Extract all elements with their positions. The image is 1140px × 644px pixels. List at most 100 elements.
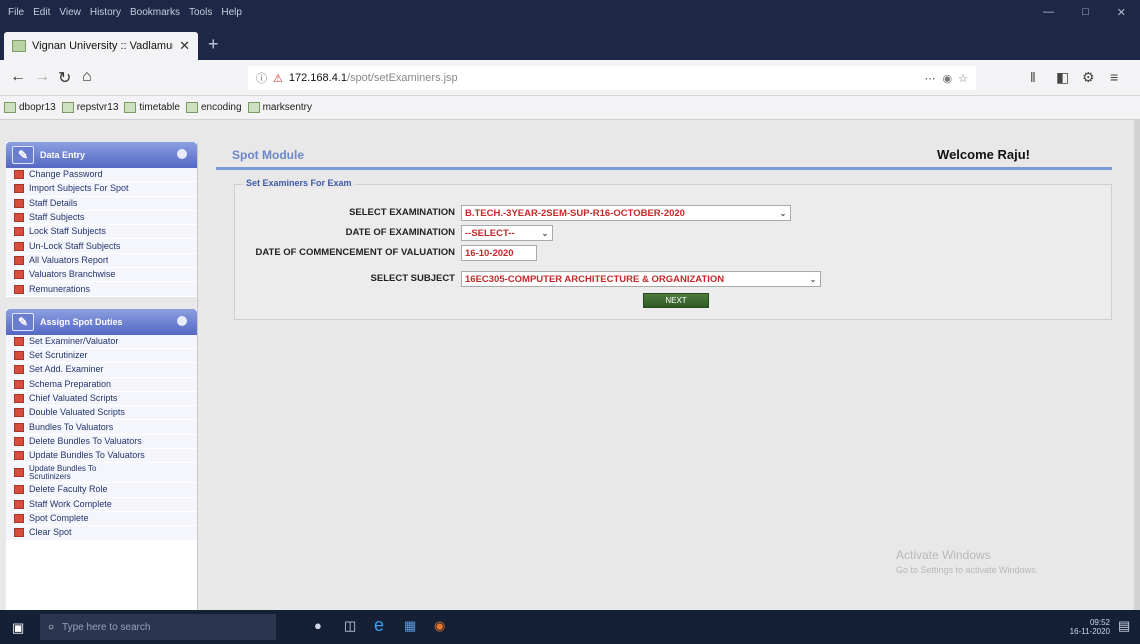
bookmark-item[interactable]: encoding [185, 102, 242, 113]
bookmark-item[interactable]: marksentry [247, 102, 312, 113]
collapse-icon[interactable] [177, 149, 187, 159]
sidebar-item-chief-valuated-scripts[interactable]: Chief Valuated Scripts [6, 392, 197, 407]
back-icon[interactable]: ← [10, 68, 26, 86]
sidebar-item-valuators-branchwise[interactable]: Valuators Branchwise [6, 268, 197, 283]
task-view-icon[interactable]: ◫ [344, 618, 356, 634]
sidebar-item-set-add-examiner[interactable]: Set Add. Examiner [6, 363, 197, 378]
sidebar-item-delete-faculty-role[interactable]: Delete Faculty Role [6, 483, 197, 498]
menu-help[interactable]: Help [221, 7, 242, 18]
sidebar-item-set-scrutinizer[interactable]: Set Scrutinizer [6, 349, 197, 364]
sidebar-item-remunerations[interactable]: Remunerations [6, 282, 197, 297]
subject-select[interactable]: 16EC305-COMPUTER ARCHITECTURE & ORGANIZA… [461, 271, 821, 287]
sidebar-item-import-subjects[interactable]: Import Subjects For Spot [6, 182, 197, 197]
bookmark-item[interactable]: timetable [124, 102, 180, 113]
sidebar-item-schema-preparation[interactable]: Schema Preparation [6, 378, 197, 392]
page-scrollbar[interactable] [1134, 120, 1140, 610]
form-legend: Set Examiners For Exam [243, 178, 355, 188]
page-actions-icon[interactable]: ⋯ [925, 72, 937, 85]
main-content: Spot Module Welcome Raju! Set Examiners … [216, 144, 1116, 610]
bookmark-star-icon[interactable]: ☆ [958, 72, 968, 85]
next-button[interactable]: NEXT [643, 293, 709, 308]
menu-bullet-icon [14, 241, 24, 251]
sidebar-item-staff-details[interactable]: Staff Details [6, 197, 197, 211]
menu-bullet-icon [14, 485, 24, 495]
menu-list: File Edit View History Bookmarks Tools H… [8, 7, 242, 18]
close-tab-icon[interactable]: ✕ [179, 38, 190, 54]
bookmark-item[interactable]: repstvr13 [61, 102, 118, 113]
examination-label: SELECT EXAMINATION [349, 207, 455, 218]
menu-bullet-icon [14, 227, 24, 237]
sidebar-item-clear-spot[interactable]: Clear Spot [6, 526, 197, 541]
assign-duties-panel-header[interactable]: ✎ Assign Spot Duties [6, 308, 197, 335]
menu-bullet-icon [14, 284, 24, 294]
panel-spacer [6, 296, 197, 309]
page-info-icon[interactable]: ⓘ [256, 70, 267, 86]
pocket-icon[interactable]: ◉ [943, 72, 953, 85]
sidebar-item-delete-bundles[interactable]: Delete Bundles To Valuators [6, 435, 197, 450]
menu-bullet-icon [14, 422, 24, 432]
menu-edit[interactable]: Edit [33, 7, 50, 18]
menu-bullet-icon [14, 408, 24, 418]
edge-browser-icon[interactable]: e [374, 615, 384, 636]
sidebar-item-spot-complete[interactable]: Spot Complete [6, 512, 197, 527]
new-tab-icon[interactable]: + [208, 34, 219, 55]
data-entry-panel-header[interactable]: ✎ Data Entry [6, 142, 197, 168]
sidebar-item-all-valuators-report[interactable]: All Valuators Report [6, 254, 197, 269]
file-explorer-icon[interactable]: ▦ [404, 618, 416, 634]
commencement-date-input[interactable]: 16-10-2020 [461, 245, 537, 261]
notifications-icon[interactable]: ▤ [1118, 618, 1130, 634]
maximize-icon[interactable]: □ [1082, 6, 1089, 19]
menu-bullet-icon [14, 170, 24, 180]
pencil-icon: ✎ [12, 312, 34, 331]
system-clock[interactable]: 09:52 16-11-2020 [1070, 618, 1110, 636]
menu-file[interactable]: File [8, 7, 24, 18]
bookmark-item[interactable]: dbopr13 [4, 102, 56, 113]
sidebar-item-unlock-staff-subjects[interactable]: Un-Lock Staff Subjects [6, 239, 197, 254]
browser-tab[interactable]: Vignan University :: Vadlamudi ✕ [4, 32, 198, 60]
menu-tools[interactable]: Tools [189, 7, 212, 18]
data-entry-title: Data Entry [40, 150, 86, 160]
sidebar-toggle-icon[interactable]: ◧ [1056, 69, 1069, 86]
sidebar-item-update-bundles-scrutinizers[interactable]: Update Bundles To Scrutinizers [6, 463, 197, 484]
hamburger-menu-icon[interactable]: ≡ [1110, 69, 1118, 85]
menu-history[interactable]: History [90, 7, 121, 18]
menu-bookmarks[interactable]: Bookmarks [130, 7, 180, 18]
sidebar-item-update-bundles-valuators[interactable]: Update Bundles To Valuators [6, 449, 197, 464]
reload-icon[interactable]: ↻ [58, 68, 71, 88]
subject-label: SELECT SUBJECT [370, 273, 455, 284]
data-entry-menu: Change Password Import Subjects For Spot… [6, 168, 197, 297]
address-bar[interactable]: ⓘ ⚠ 172.168.4.1/spot/setExaminers.jsp ⋯ … [248, 66, 976, 90]
sidebar-item-change-password[interactable]: Change Password [6, 168, 197, 183]
assign-duties-menu: Set Examiner/Valuator Set Scrutinizer Se… [6, 334, 197, 541]
sidebar-item-set-examiner[interactable]: Set Examiner/Valuator [6, 335, 197, 349]
collapse-icon[interactable] [177, 315, 187, 326]
library-icon[interactable]: ‖ [1030, 69, 1036, 85]
bookmark-folder-icon [185, 102, 198, 113]
close-window-icon[interactable]: ✕ [1117, 6, 1126, 19]
pencil-icon: ✎ [12, 146, 34, 164]
sidebar-item-staff-subjects[interactable]: Staff Subjects [6, 211, 197, 226]
date-select[interactable]: --SELECT-- ⌄ [461, 225, 553, 241]
sidebar-item-staff-work-complete[interactable]: Staff Work Complete [6, 498, 197, 512]
favicon-icon [12, 40, 26, 52]
window-controls: — □ ✕ [1043, 6, 1126, 19]
sidebar-item-double-valuated-scripts[interactable]: Double Valuated Scripts [6, 406, 197, 421]
examination-selected-value: B.TECH.-3YEAR-2SEM-SUP-R16-OCTOBER-2020 [465, 207, 685, 219]
menu-bullet-icon [14, 379, 24, 389]
insecure-lock-icon[interactable]: ⚠ [273, 72, 283, 85]
left-sidebar: ✎ Data Entry Change Password Import Subj… [6, 142, 198, 610]
sidebar-item-bundles-to-valuators[interactable]: Bundles To Valuators [6, 420, 197, 435]
examination-select[interactable]: B.TECH.-3YEAR-2SEM-SUP-R16-OCTOBER-2020 … [461, 205, 791, 221]
home-icon[interactable]: ⌂ [82, 68, 92, 86]
taskbar-search[interactable]: ○ Type here to search [40, 614, 276, 640]
microphone-icon[interactable]: ● [314, 618, 322, 633]
extension-icon[interactable]: ⚙ [1082, 69, 1095, 86]
sidebar-item-lock-staff-subjects[interactable]: Lock Staff Subjects [6, 225, 197, 240]
forward-icon[interactable]: → [34, 68, 50, 86]
menu-view[interactable]: View [59, 7, 81, 18]
windows-start-icon[interactable]: ▣ [12, 620, 24, 636]
minimize-icon[interactable]: — [1043, 6, 1054, 19]
firefox-icon[interactable]: ◉ [434, 618, 445, 634]
tab-strip: Vignan University :: Vadlamudi ✕ + [0, 28, 1140, 60]
assign-duties-title: Assign Spot Duties [40, 316, 123, 327]
